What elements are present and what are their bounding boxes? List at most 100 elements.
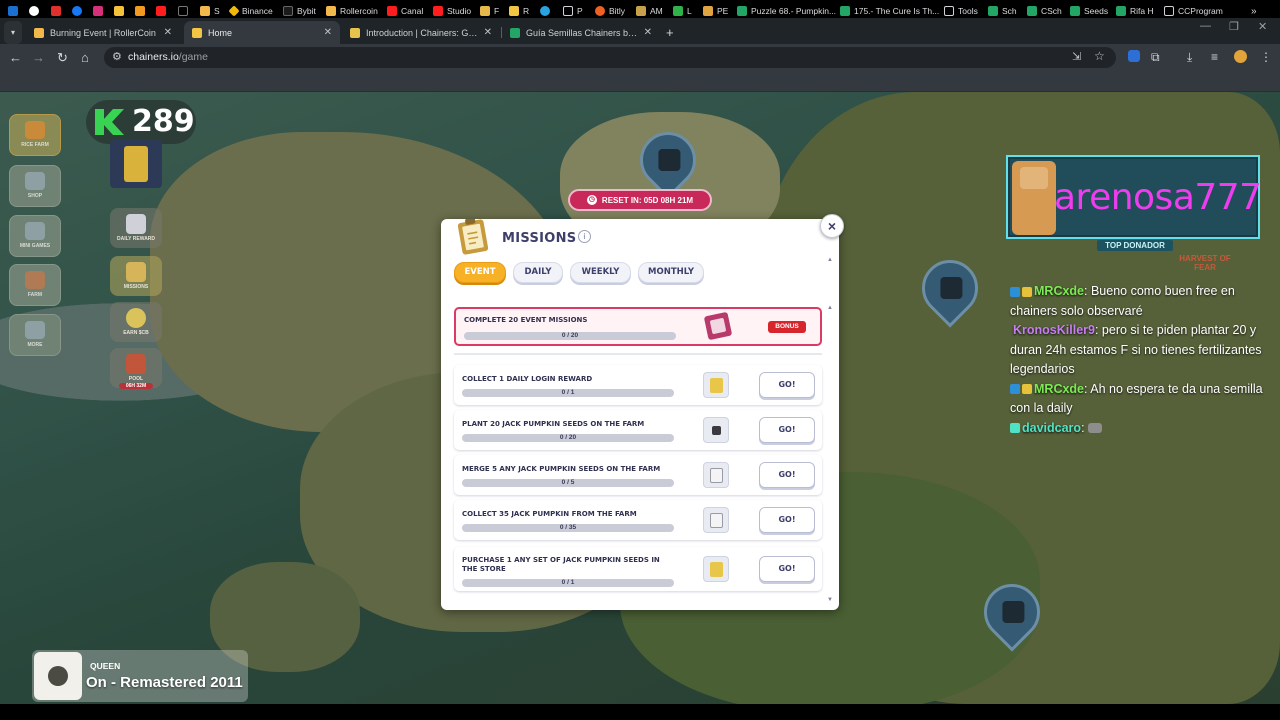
tab-gitbook[interactable]: Introduction | Chainers: GitBook ✕ [342, 21, 500, 44]
bookmark-github-icon[interactable] [29, 4, 39, 18]
bookmark-csch[interactable]: CSch [1027, 4, 1062, 18]
bookmark-seeds[interactable]: Seeds [1070, 4, 1108, 18]
forward-icon[interactable]: → [32, 49, 45, 66]
go-button[interactable]: GO! [759, 417, 815, 443]
bookmark-label: Tools [958, 6, 978, 16]
mission-progress-bar: 0 / 5 [462, 479, 674, 487]
clock-icon: ◷ [586, 195, 597, 205]
bookmark-star-icon[interactable]: ☆ [1094, 49, 1105, 63]
bookmark-canal[interactable]: Canal [387, 4, 423, 18]
profile-avatar-icon[interactable] [1234, 50, 1247, 63]
home-icon[interactable]: ⌂ [81, 49, 89, 66]
nft-card[interactable] [110, 140, 162, 188]
chat-message: MRCxde: Bueno como buen free en chainers… [1010, 282, 1272, 321]
rice-farm-button[interactable]: RICE FARM [9, 114, 61, 156]
bookmark-sch[interactable]: Sch [988, 4, 1017, 18]
gamepad-icon [25, 222, 45, 240]
install-app-icon[interactable]: ⇲ [1072, 50, 1081, 63]
earn-cb-button[interactable]: EARN $CB [110, 302, 162, 342]
tab-guia-semillas[interactable]: Guía Semillas Chainers by Pierc ✕ [502, 21, 660, 44]
bookmark-outlook-icon[interactable] [8, 4, 18, 18]
menu-kebab-icon[interactable]: ⋮ [1260, 50, 1272, 64]
site-info-icon[interactable]: ⚙ [112, 50, 122, 63]
bookmark-rollercoin[interactable]: Rollercoin [326, 4, 378, 18]
chat-message: MRCxde: Ah no espera te da una semilla c… [1010, 380, 1272, 419]
close-tab-icon[interactable]: ✕ [324, 27, 332, 38]
back-icon[interactable]: ← [9, 49, 22, 66]
mission-label: COLLECT 35 JACK PUMPKIN FROM THE FARM [462, 510, 637, 518]
bookmark-instagram-icon[interactable] [93, 4, 103, 18]
close-tab-icon[interactable]: ✕ [484, 27, 492, 38]
bookmark-r[interactable]: R [509, 4, 529, 18]
tab-rollercoin[interactable]: Burning Event | RollerCoin ✕ [26, 21, 180, 44]
rollercoin-icon [200, 6, 210, 16]
scroll-down-icon[interactable]: ▼ [827, 597, 833, 603]
bookmark-am[interactable]: AM [636, 4, 663, 18]
bybit-icon [283, 6, 293, 16]
close-modal-button[interactable]: × [820, 214, 844, 238]
bookmark-the-cure[interactable]: 175.- The Cure Is Th... [840, 4, 939, 18]
tab-list-dropdown[interactable]: ▾ [4, 21, 22, 44]
new-tab-button[interactable]: + [662, 21, 682, 44]
farm-button[interactable]: FARM [9, 264, 61, 306]
missions-button[interactable]: MISSIONS [110, 256, 162, 296]
bookmark-bitly[interactable]: Bitly [595, 4, 625, 18]
tab-event[interactable]: EVENT [454, 262, 506, 283]
bookmark-rifa-h[interactable]: Rifa H [1116, 4, 1154, 18]
more-button[interactable]: MORE [9, 314, 61, 356]
bookmark-pe[interactable]: PE [703, 4, 728, 18]
sheets-icon [737, 6, 747, 16]
address-bar[interactable]: ⚙ chainers.io/game ⇲ ☆ [104, 47, 1116, 68]
tab-home[interactable]: Home ✕ [184, 21, 340, 44]
prime-badge-icon [1010, 286, 1020, 297]
bookmark-ccprogram[interactable]: CCProgram [1164, 4, 1223, 18]
bookmark-drive-icon[interactable] [114, 4, 124, 18]
tab-daily[interactable]: DAILY [513, 262, 563, 283]
bookmark-puzzle[interactable]: Puzzle 68.- Pumpkin... [737, 4, 836, 18]
extension-bitwarden-icon[interactable] [1128, 50, 1140, 62]
bookmark-youtube-icon[interactable] [156, 4, 166, 18]
tab-monthly[interactable]: MONTHLY [638, 262, 704, 283]
shop-button[interactable]: SHOP [9, 165, 61, 207]
bookmark-s[interactable]: S [200, 4, 220, 18]
map-label-harvest-of-fear[interactable]: HARVEST OF FEAR [1174, 254, 1236, 272]
scroll-up-icon[interactable]: ▲ [827, 305, 833, 311]
minimize-icon[interactable]: — [1200, 20, 1211, 32]
download-icon[interactable]: ⤓ [1187, 50, 1192, 65]
bookmark-l[interactable]: L [673, 4, 692, 18]
bookmark-bybit[interactable]: Bybit [283, 4, 316, 18]
reload-icon[interactable]: ↻ [57, 49, 68, 66]
restore-icon[interactable]: ❐ [1229, 20, 1239, 33]
bookmark-tools[interactable]: Tools [944, 4, 978, 18]
bookmark-f[interactable]: F [480, 4, 499, 18]
bookmark-pause-icon[interactable] [51, 4, 61, 18]
tab-strip: ▾ Burning Event | RollerCoin ✕ Home ✕ In… [0, 18, 1280, 44]
mini-games-button[interactable]: MINI GAMES [9, 215, 61, 257]
extensions-puzzle-icon[interactable]: ⧉ [1151, 50, 1160, 65]
more-bookmarks-icon[interactable]: » [1251, 4, 1257, 18]
bookmark-telegram-icon[interactable] [540, 4, 550, 18]
scroll-up-icon[interactable]: ▲ [827, 257, 833, 263]
bookmark-x-icon[interactable] [178, 4, 188, 18]
media-control-icon[interactable]: ≡ [1211, 50, 1218, 64]
go-button[interactable]: GO! [759, 507, 815, 533]
bookmark-binance[interactable]: Binance [228, 4, 273, 18]
k-logo-icon [95, 109, 124, 135]
tab-weekly[interactable]: WEEKLY [570, 262, 631, 283]
pool-button[interactable]: POOL 06H 32M [110, 348, 162, 389]
bookmark-studio[interactable]: Studio [433, 4, 471, 18]
close-window-icon[interactable]: ✕ [1258, 20, 1267, 33]
bookmark-facebook-icon[interactable] [72, 4, 82, 18]
go-button[interactable]: GO! [759, 462, 815, 488]
sheets-icon [1116, 6, 1126, 16]
mission-label: PURCHASE 1 ANY SET OF JACK PUMPKIN SEEDS… [462, 556, 660, 573]
bookmarks-bar [0, 71, 1280, 92]
go-button[interactable]: GO! [759, 556, 815, 582]
daily-reward-button[interactable]: DAILY REWARD [110, 208, 162, 248]
close-tab-icon[interactable]: ✕ [644, 27, 652, 38]
go-button[interactable]: GO! [759, 372, 815, 398]
bookmark-analytics-icon[interactable] [135, 4, 145, 18]
close-tab-icon[interactable]: ✕ [164, 27, 172, 38]
info-icon[interactable]: i [578, 230, 591, 243]
bookmark-p[interactable]: P [563, 4, 583, 18]
